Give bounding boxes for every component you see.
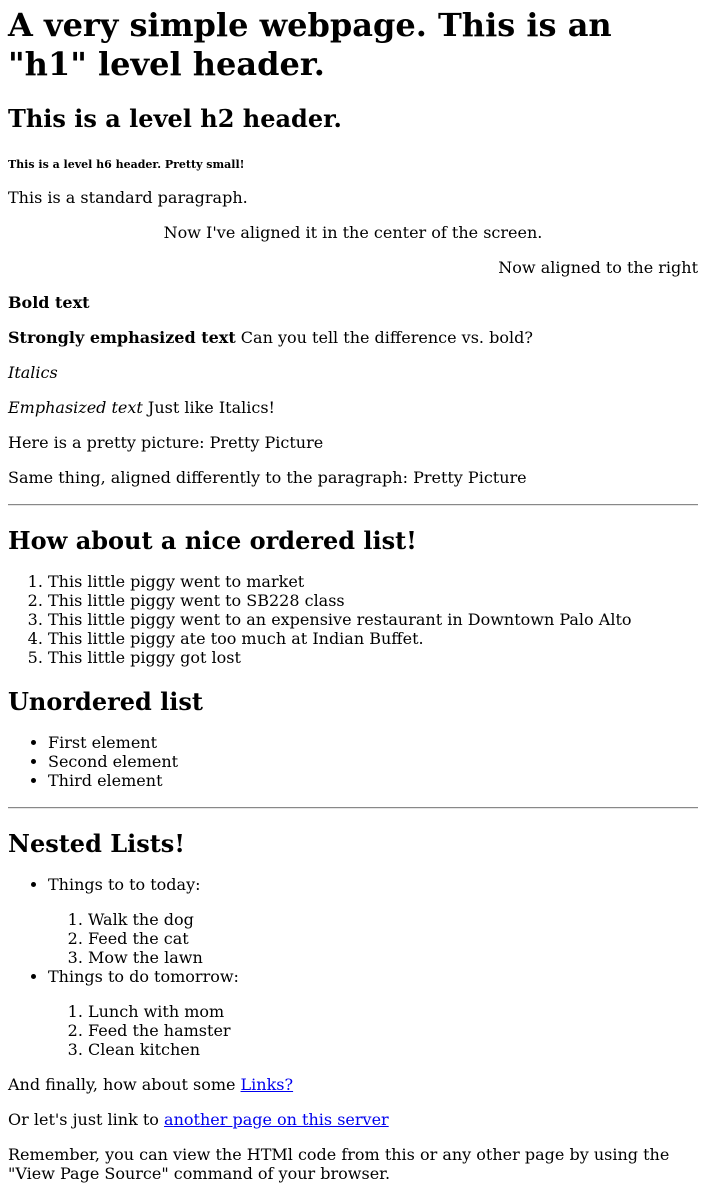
remember-paragraph: Remember, you can view the HTMl code fro… <box>8 1145 670 1183</box>
centered-paragraph: Now I've aligned it in the center of the… <box>163 223 543 242</box>
nested-group-today: Things to to today: Walk the dog Feed th… <box>48 875 698 967</box>
list-item: Mow the lawn <box>88 948 698 967</box>
strong-text: Strongly emphasized text <box>8 328 236 347</box>
unordered-list: First element Second element Third eleme… <box>8 733 698 790</box>
list-item: This little piggy went to market <box>48 572 698 591</box>
list-item: Clean kitchen <box>88 1040 698 1059</box>
list-item: Feed the cat <box>88 929 698 948</box>
pretty-picture-image: Pretty Picture <box>209 433 324 452</box>
list-item: This little piggy ate too much at Indian… <box>48 629 698 648</box>
divider-2 <box>8 807 698 809</box>
nested-sublist: Lunch with mom Feed the hamster Clean ki… <box>48 1002 698 1059</box>
strong-paragraph: Strongly emphasized text Can you tell th… <box>8 328 698 347</box>
server-link-paragraph: Or let's just link to another page on th… <box>8 1110 698 1129</box>
list-item: Feed the hamster <box>88 1021 698 1040</box>
list-item: Second element <box>48 752 698 771</box>
picture-paragraph: Here is a pretty picture: Pretty Picture <box>8 433 698 452</box>
emphasized-paragraph: Emphasized text Just like Italics! <box>8 398 698 417</box>
h6-header: This is a level h6 header. Pretty small! <box>8 158 245 171</box>
picture-prefix: Here is a pretty picture: <box>8 433 210 452</box>
list-item: Walk the dog <box>88 910 698 929</box>
page-content: A very simple webpage. This is an "h1" l… <box>0 6 706 1183</box>
bold-paragraph: Bold text <box>8 293 698 312</box>
nested-list: Things to to today: Walk the dog Feed th… <box>8 875 698 1059</box>
bold-text: Bold text <box>8 293 90 312</box>
divider-1 <box>8 504 698 506</box>
nested-sublist: Walk the dog Feed the cat Mow the lawn <box>48 910 698 967</box>
list-item: Lunch with mom <box>88 1002 698 1021</box>
nested-group-label: Things to to today: <box>48 875 201 894</box>
emphasized-tail: Just like Italics! <box>142 398 275 417</box>
italics-text: Italics <box>8 363 58 382</box>
picture2-prefix: Same thing, aligned differently to the p… <box>8 468 414 487</box>
server-link[interactable]: another page on this server <box>164 1110 389 1129</box>
ordered-list-heading: How about a nice ordered list! <box>8 526 417 555</box>
page-title: A very simple webpage. This is an "h1" l… <box>8 6 612 83</box>
links-prefix: And finally, how about some <box>8 1075 241 1094</box>
standard-paragraph: This is a standard paragraph. <box>8 188 248 207</box>
nested-group-label: Things to do tomorrow: <box>48 967 239 986</box>
pretty-picture-image-2: Pretty Picture <box>413 468 527 487</box>
nested-group-tomorrow: Things to do tomorrow: Lunch with mom Fe… <box>48 967 698 1059</box>
nested-lists-heading: Nested Lists! <box>8 829 185 858</box>
h2-header: This is a level h2 header. <box>8 104 342 133</box>
links-paragraph: And finally, how about some Links? <box>8 1075 698 1094</box>
links-link[interactable]: Links? <box>241 1075 294 1094</box>
picture2-paragraph: Same thing, aligned differently to the p… <box>8 468 698 487</box>
right-aligned-paragraph: Now aligned to the right <box>498 258 698 277</box>
list-item: Third element <box>48 771 698 790</box>
italics-paragraph: Italics <box>8 363 698 382</box>
strong-tail: Can you tell the difference vs. bold? <box>235 328 533 347</box>
list-item: This little piggy went to SB228 class <box>48 591 698 610</box>
ordered-list: This little piggy went to market This li… <box>8 572 698 667</box>
unordered-list-heading: Unordered list <box>8 687 203 716</box>
server-prefix: Or let's just link to <box>8 1110 165 1129</box>
list-item: First element <box>48 733 698 752</box>
list-item: This little piggy went to an expensive r… <box>48 610 698 629</box>
emphasized-text: Emphasized text <box>8 398 143 417</box>
list-item: This little piggy got lost <box>48 648 698 667</box>
